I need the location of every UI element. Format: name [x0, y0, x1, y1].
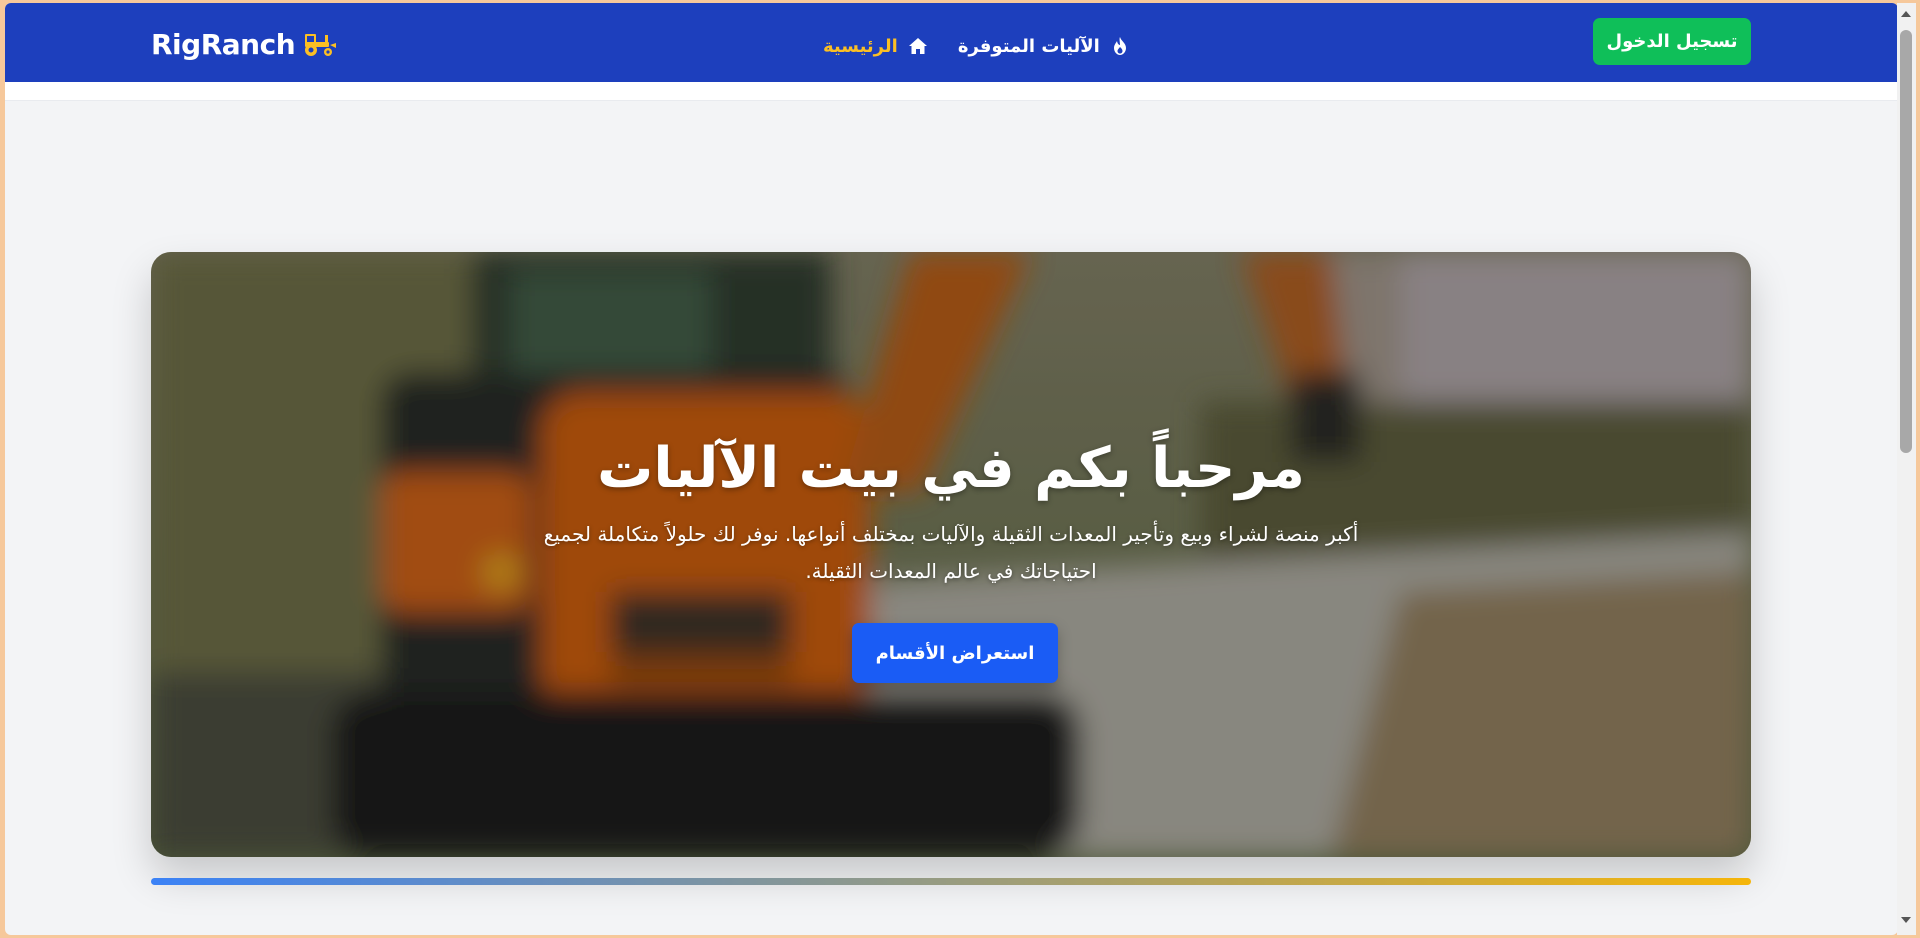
scroll-down-arrow-icon[interactable] [1901, 917, 1911, 923]
brand-logo[interactable]: RigRanch [151, 27, 337, 61]
vertical-scrollbar[interactable] [1897, 3, 1916, 935]
login-button[interactable]: تسجيل الدخول [1593, 18, 1751, 65]
brand-name: RigRanch [151, 27, 296, 61]
scroll-thumb[interactable] [1900, 30, 1912, 453]
nav-link-home[interactable]: الرئيسية [823, 36, 928, 57]
accent-gradient-bar [151, 878, 1751, 885]
nav-link-available-machines[interactable]: الآليات المتوفرة [958, 36, 1130, 57]
scroll-up-arrow-icon[interactable] [1901, 11, 1911, 17]
main-nav: الرئيسية الآليات المتوفرة [823, 31, 1130, 61]
nav-divider [5, 82, 1898, 101]
fire-icon [1113, 37, 1126, 55]
hero-subtitle: أكبر منصة لشراء وبيع وتأجير المعدات الثق… [543, 522, 1359, 583]
navbar: RigRanch الرئيسية الآليات المتوفرة تسجيل… [5, 3, 1898, 82]
browse-sections-button[interactable]: استعراض الأقسام [852, 623, 1058, 683]
nav-link-label: الرئيسية [823, 35, 898, 57]
tractor-icon [305, 34, 337, 56]
nav-link-label: الآليات المتوفرة [957, 35, 1100, 57]
home-icon [908, 38, 927, 54]
hero-banner: مرحباً بكم في بيت الآليات أكبر منصة لشرا… [151, 252, 1751, 857]
hero-title: مرحباً بكم في بيت الآليات [597, 436, 1305, 501]
browser-viewport: RigRanch الرئيسية الآليات المتوفرة تسجيل… [5, 3, 1898, 935]
